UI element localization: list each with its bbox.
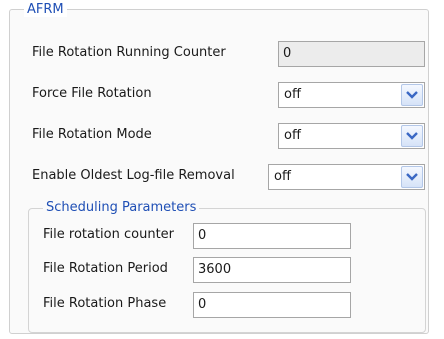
oldest-removal-row: Enable Oldest Log-file Removal off (32, 164, 432, 190)
rotation-period-row: File Rotation Period 3600 (43, 257, 413, 283)
rotation-counter-input[interactable]: 0 (193, 223, 351, 249)
afrm-panel: AFRM File Rotation Running Counter 0 For… (9, 2, 432, 334)
rotation-counter-label: File rotation counter (43, 227, 175, 242)
rotation-mode-row: File Rotation Mode off (32, 123, 432, 149)
running-counter-row: File Rotation Running Counter 0 (32, 41, 432, 67)
rotation-counter-value: 0 (198, 228, 207, 243)
chevron-down-icon (406, 91, 418, 99)
running-counter-value: 0 (283, 46, 292, 61)
rotation-period-input[interactable]: 3600 (193, 257, 351, 283)
rotation-phase-input[interactable]: 0 (193, 292, 351, 318)
oldest-removal-select[interactable]: off (268, 164, 425, 190)
chevron-down-icon (406, 132, 418, 140)
running-counter-field: 0 (278, 41, 425, 67)
force-rotation-label: Force File Rotation (32, 86, 152, 101)
rotation-phase-row: File Rotation Phase 0 (43, 292, 413, 318)
chevron-down-icon (406, 173, 418, 181)
rotation-mode-select[interactable]: off (278, 123, 425, 149)
rotation-counter-row: File rotation counter 0 (43, 223, 413, 249)
rotation-phase-label: File Rotation Phase (43, 296, 167, 311)
force-rotation-row: Force File Rotation off (32, 82, 432, 108)
oldest-removal-label: Enable Oldest Log-file Removal (32, 168, 235, 183)
rotation-mode-value: off (284, 128, 301, 143)
afrm-legend: AFRM (24, 2, 67, 17)
rotation-phase-value: 0 (198, 297, 207, 312)
rotation-mode-label: File Rotation Mode (32, 127, 152, 142)
running-counter-label: File Rotation Running Counter (32, 45, 226, 60)
force-rotation-select[interactable]: off (278, 82, 425, 108)
rotation-mode-dropdown-button[interactable] (401, 125, 423, 147)
oldest-removal-dropdown-button[interactable] (401, 166, 423, 188)
scheduling-legend: Scheduling Parameters (43, 200, 200, 215)
oldest-removal-value: off (274, 169, 291, 184)
rotation-period-label: File Rotation Period (43, 261, 168, 276)
scheduling-panel: Scheduling Parameters File rotation coun… (28, 200, 426, 333)
force-rotation-value: off (284, 87, 301, 102)
force-rotation-dropdown-button[interactable] (401, 84, 423, 106)
rotation-period-value: 3600 (198, 262, 232, 277)
